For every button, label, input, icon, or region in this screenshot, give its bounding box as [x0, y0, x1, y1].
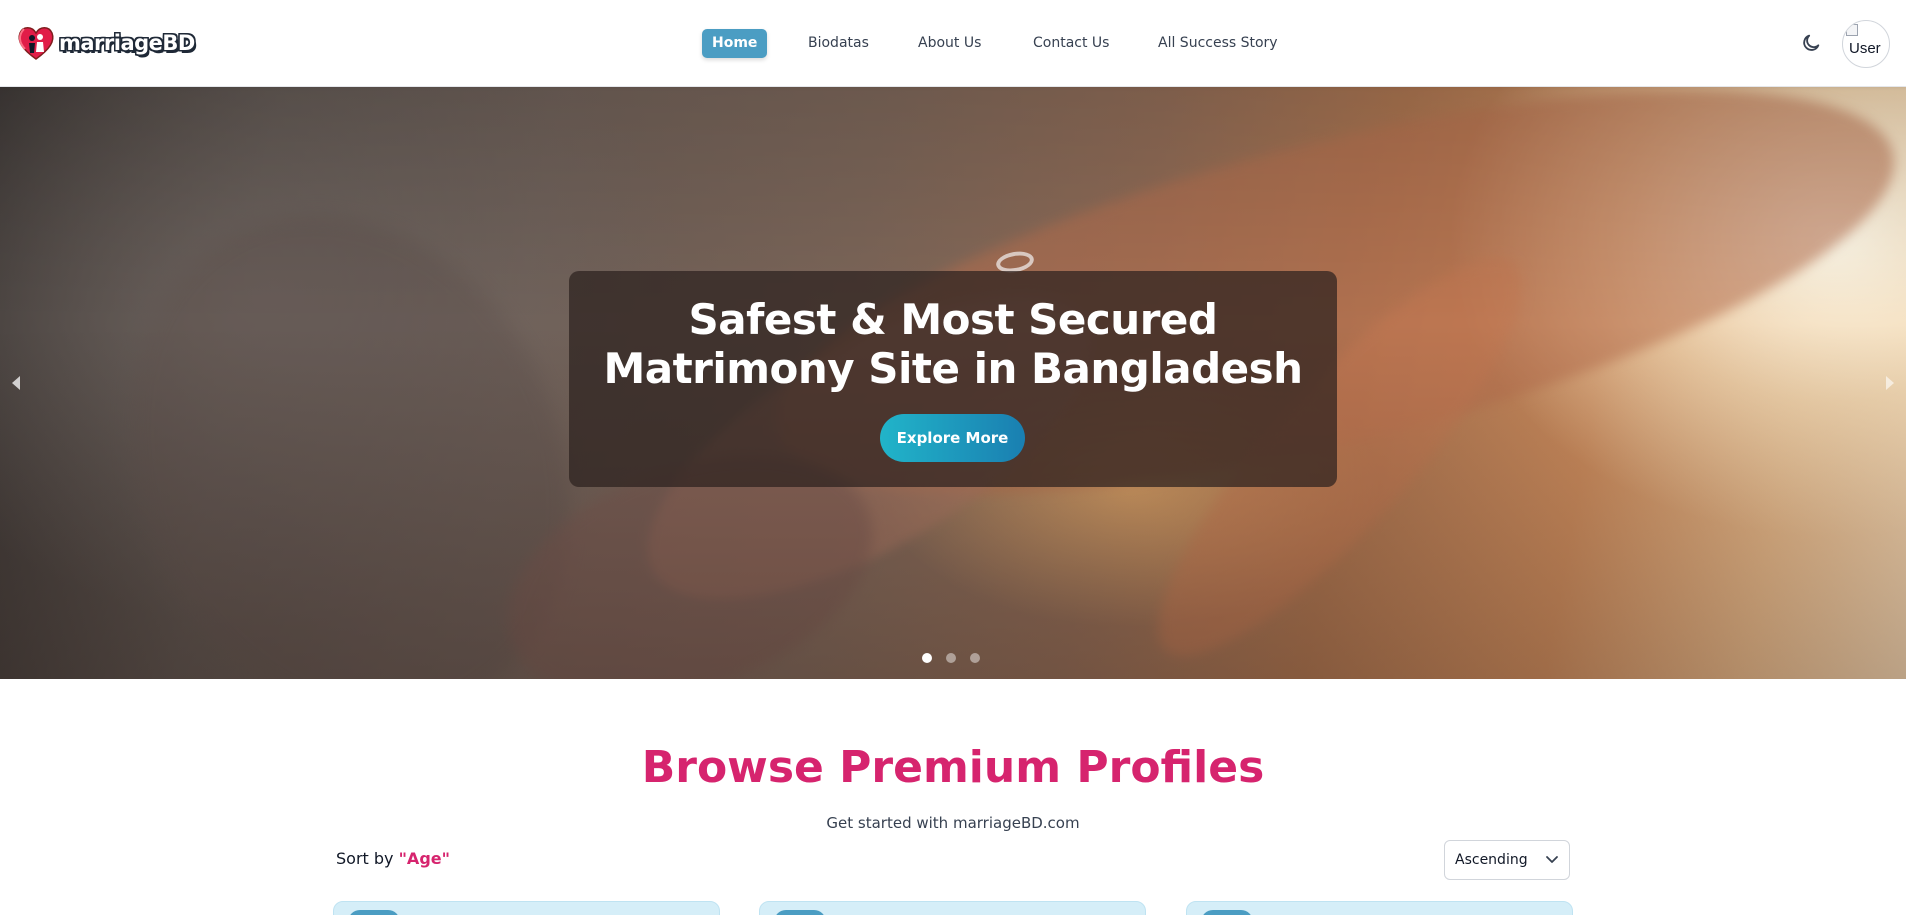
carousel-dot-3[interactable] — [970, 653, 980, 663]
profile-badge — [1201, 910, 1253, 915]
section-title: Browse Premium Profiles — [641, 742, 1265, 793]
profile-card[interactable] — [333, 901, 720, 915]
hero-caption-card: Safest & Most Secured Matrimony Site in … — [569, 271, 1337, 487]
explore-more-button[interactable]: Explore More — [880, 414, 1025, 462]
brand-logo[interactable]: marriageBD — [16, 23, 195, 63]
hero-title: Safest & Most Secured Matrimony Site in … — [569, 295, 1337, 393]
carousel-dot-1[interactable] — [922, 653, 932, 663]
nav-contact-us[interactable]: Contact Us — [1033, 29, 1109, 58]
sort-key: "Age" — [398, 849, 450, 868]
sort-prefix: Sort by — [336, 849, 399, 868]
section-subtitle: Get started with marriageBD.com — [826, 814, 1080, 832]
profile-card[interactable] — [1186, 901, 1573, 915]
chevron-down-icon — [1546, 856, 1558, 863]
carousel-next-icon[interactable] — [1882, 373, 1898, 393]
broken-image-icon — [1846, 24, 1858, 36]
profile-badge — [348, 910, 400, 915]
nav-home[interactable]: Home — [702, 29, 768, 58]
navbar: marriageBD Home Biodatas About Us Contac… — [0, 0, 1906, 87]
carousel-indicators — [922, 653, 980, 665]
brand-name: marriageBD — [59, 31, 195, 55]
heart-logo-icon — [18, 27, 54, 60]
carousel-prev-icon[interactable] — [8, 373, 24, 393]
sort-order-select[interactable]: Ascending — [1444, 840, 1570, 880]
sort-label: Sort by "Age" — [336, 849, 450, 868]
hero-title-line1: Safest & Most Secured — [688, 295, 1218, 344]
carousel-dot-2[interactable] — [946, 653, 956, 663]
avatar-alt-text: User — [1849, 40, 1881, 57]
sort-order-value: Ascending — [1455, 852, 1528, 868]
nav-all-success-story[interactable]: All Success Story — [1158, 29, 1278, 58]
nav-about-us[interactable]: About Us — [918, 29, 981, 58]
profile-badge — [774, 910, 826, 915]
nav-biodatas[interactable]: Biodatas — [808, 29, 869, 58]
user-avatar[interactable]: User — [1842, 20, 1890, 68]
moon-icon[interactable] — [1800, 32, 1822, 54]
profile-card[interactable] — [759, 901, 1146, 915]
hero-title-line2: Matrimony Site in Bangladesh — [603, 344, 1303, 393]
hero-carousel: Safest & Most Secured Matrimony Site in … — [0, 87, 1906, 679]
